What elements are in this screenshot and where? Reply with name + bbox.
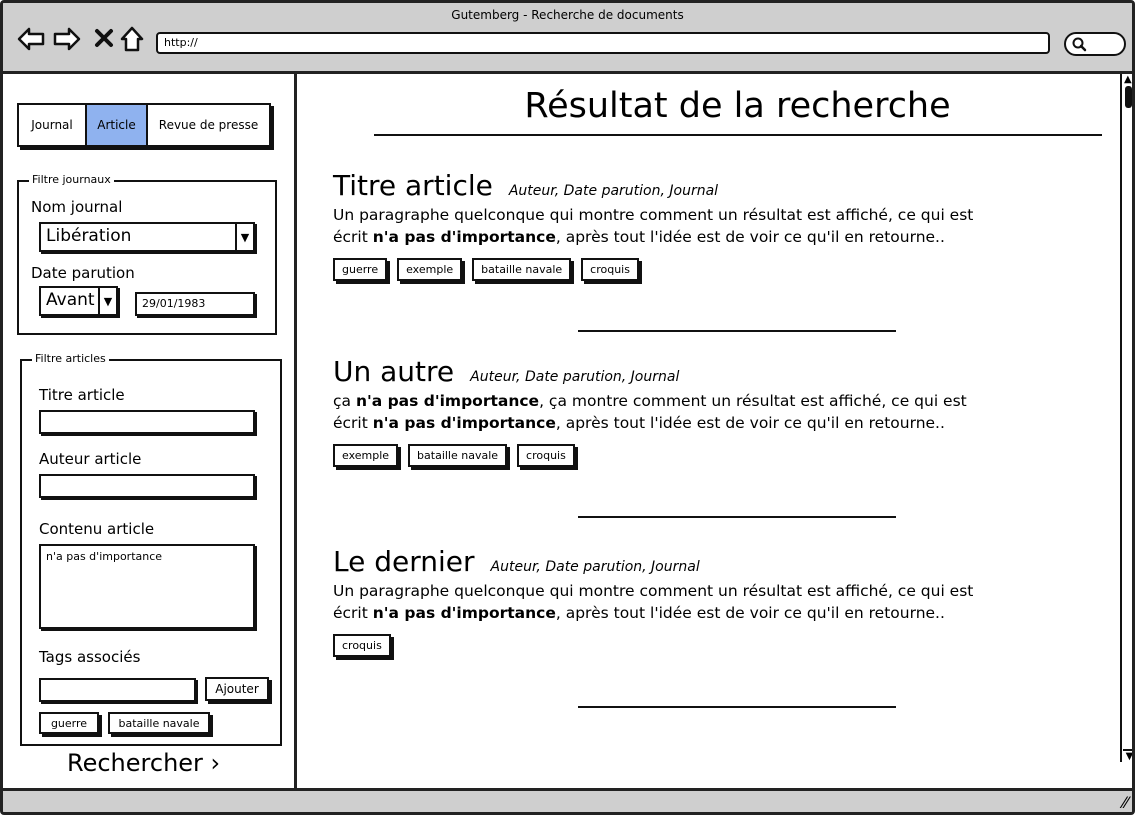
left-arrow-icon[interactable] [17,25,45,53]
content-textarea[interactable]: n'a pas d'importance [39,544,255,629]
title-label: Titre article [39,386,125,404]
result-excerpt: Un paragraphe quelconque qui montre comm… [333,582,974,622]
journal-name-label: Nom journal [31,198,123,216]
page-title: Résultat de la recherche [524,86,951,126]
result-tags: croquis [333,634,1013,657]
content-label: Contenu article [39,520,155,538]
add-tag-button[interactable]: Ajouter [205,677,269,701]
journal-filter-group: Filtre journaux Nom journal Libération ▼… [17,173,277,335]
window-title: Gutemberg - Recherche de documents [451,8,684,22]
result-meta: Auteur, Date parution, Journal [470,369,680,385]
tab-article[interactable]: Article [87,105,148,145]
browser-window: Gutemberg - Recherche de documents http:… [0,0,1135,815]
right-arrow-icon[interactable] [53,25,81,53]
vertical-scrollbar[interactable]: ▲ ▼ [1120,74,1132,762]
chevron-down-icon: ▼ [235,224,253,250]
scrollbar-thumb[interactable] [1125,86,1132,108]
article-filter-group: Filtre articles Titre article Auteur art… [20,352,282,746]
result-item: Titre article Auteur, Date parution, Jou… [333,169,1013,281]
tag-chip[interactable]: exemple [333,444,399,467]
search-icon [1072,37,1087,52]
tag-chip[interactable]: croquis [581,258,639,281]
result-meta: Auteur, Date parution, Journal [508,183,719,199]
result-divider [578,330,896,332]
result-item: Le dernier Auteur, Date parution, Journa… [333,545,1013,657]
tag-chip[interactable]: bataille navale [472,258,572,281]
result-title[interactable]: Un autre [333,355,454,388]
tab-journal[interactable]: Journal [19,105,87,145]
tag-input[interactable] [39,678,196,702]
result-title[interactable]: Le dernier [333,545,475,578]
selected-tag-chip[interactable]: guerre [39,712,99,734]
tag-chip[interactable]: bataille navale [408,444,508,467]
tag-chip[interactable]: guerre [333,258,388,281]
title-input[interactable] [39,410,255,434]
resize-grip-icon[interactable]: ⁄⁄ [1123,793,1128,812]
result-divider [578,706,896,708]
journal-name-select[interactable]: Libération ▼ [39,222,255,252]
author-label: Auteur article [39,450,142,468]
result-excerpt: Un paragraphe quelconque qui montre comm… [333,206,974,246]
date-operator-select[interactable]: Avant ▼ [39,286,118,316]
scroll-up-icon[interactable]: ▲ [1124,74,1132,85]
search-sidebar: Journal Article Revue de presse Filtre j… [3,74,297,788]
date-input[interactable]: 29/01/1983 [135,292,255,316]
scroll-down-icon[interactable]: ▼ [1123,749,1132,762]
result-tags: exemple bataille navale croquis [333,444,1013,467]
type-tabs: Journal Article Revue de presse [17,103,271,147]
tags-label: Tags associés [39,648,141,666]
result-excerpt: ça n'a pas d'importance, ça montre comme… [333,392,967,432]
result-title[interactable]: Titre article [333,169,493,202]
close-icon[interactable] [91,25,119,53]
result-tags: guerre exemple bataille navale croquis [333,258,1013,281]
tab-revue-de-presse[interactable]: Revue de presse [148,105,269,145]
journal-name-value: Libération [46,226,132,246]
home-icon[interactable] [119,25,147,53]
status-bar: ⁄⁄ [3,788,1132,812]
url-input[interactable]: http:// [156,32,1050,54]
tag-chip[interactable]: exemple [397,258,463,281]
search-button[interactable]: Rechercher › [67,749,220,777]
date-operator-value: Avant [46,290,95,310]
results-panel: Résultat de la recherche Titre article A… [300,74,1120,788]
result-divider [578,516,896,518]
title-divider [374,134,1102,136]
tag-chip[interactable]: croquis [333,634,391,657]
result-item: Un autre Auteur, Date parution, Journal … [333,355,1013,467]
selected-tag-chip[interactable]: bataille navale [108,712,210,734]
result-meta: Auteur, Date parution, Journal [490,559,700,575]
browser-search-field[interactable] [1064,32,1126,56]
browser-titlebar: Gutemberg - Recherche de documents http:… [3,3,1132,74]
article-filter-legend: Filtre articles [32,352,109,365]
chevron-down-icon: ▼ [98,288,116,314]
tag-chip[interactable]: croquis [517,444,575,467]
journal-filter-legend: Filtre journaux [29,173,114,186]
author-input[interactable] [39,474,255,498]
date-label: Date parution [31,264,135,282]
